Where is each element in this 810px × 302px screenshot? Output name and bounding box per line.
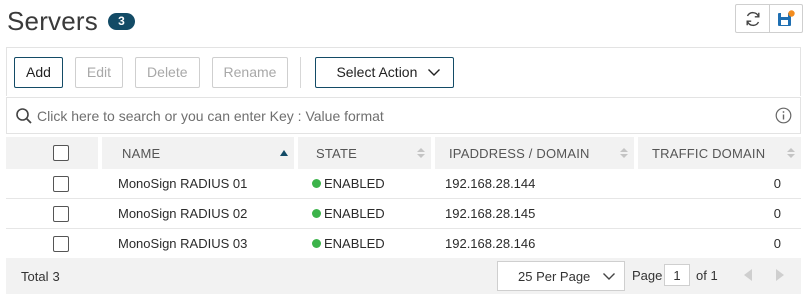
count-badge: 3	[107, 12, 135, 30]
total-count: 3	[52, 268, 60, 284]
refresh-icon	[746, 11, 760, 26]
cell-ip: 192.168.28.145	[445, 206, 536, 221]
page-title: Servers	[7, 5, 98, 36]
per-page-select[interactable]: 25 Per Page	[497, 261, 625, 291]
delete-button[interactable]: Delete	[135, 56, 200, 88]
page-header: Servers 3	[7, 4, 135, 38]
save-config-icon	[778, 9, 795, 26]
enabled-status-icon	[312, 179, 321, 188]
cell-ip: 192.168.28.144	[445, 176, 536, 191]
edit-button[interactable]: Edit	[74, 56, 124, 88]
row-select	[6, 169, 98, 198]
header-actions	[735, 4, 803, 33]
column-header-traffic-domain-label: TRAFFIC DOMAIN	[652, 145, 766, 161]
row-select	[6, 199, 98, 228]
toolbar: Add Edit Delete Rename Select Action	[6, 47, 801, 96]
toolbar-divider	[300, 56, 302, 88]
sort-icon	[787, 147, 795, 159]
page-number-input[interactable]: 1	[664, 264, 690, 286]
cell-name: MonoSign RADIUS 02	[118, 206, 248, 221]
chevron-down-icon	[428, 69, 441, 76]
row-checkbox[interactable]	[53, 235, 69, 252]
page-label: Page	[632, 268, 663, 283]
rename-button[interactable]: Rename	[211, 56, 289, 88]
cell-state-label: ENABLED	[324, 236, 385, 251]
column-header-ip[interactable]: IPADDRESS / DOMAIN	[431, 137, 634, 169]
sort-ascending-icon	[280, 150, 288, 156]
cell-state: ENABLED	[294, 229, 431, 258]
per-page-value: 25 Per Page	[518, 268, 591, 284]
row-select	[6, 229, 98, 258]
cell-state: ENABLED	[294, 199, 431, 228]
page-total-label: of 1	[696, 268, 718, 283]
table-row[interactable]: MonoSign RADIUS 03 ENABLED 192.168.28.14…	[6, 229, 801, 259]
search-input[interactable]	[37, 100, 770, 131]
cell-ip: 192.168.28.146	[445, 236, 536, 251]
cell-traffic-domain: 0	[773, 206, 781, 221]
sort-icon	[417, 147, 425, 159]
next-page-icon[interactable]	[775, 268, 785, 286]
select-action-label: Select Action	[336, 64, 418, 80]
enabled-status-icon	[312, 239, 321, 248]
save-config-button[interactable]	[769, 5, 802, 32]
enabled-status-icon	[312, 209, 321, 218]
table-row[interactable]: MonoSign RADIUS 02 ENABLED 192.168.28.14…	[6, 199, 801, 229]
search-icon	[11, 107, 37, 125]
cell-name: MonoSign RADIUS 03	[118, 236, 248, 251]
column-header-traffic-domain[interactable]: TRAFFIC DOMAIN	[634, 137, 801, 169]
search-bar	[6, 97, 801, 134]
column-header-state-label: STATE	[316, 145, 357, 161]
column-header-name-label: NAME	[122, 145, 161, 161]
table-header-row: NAME STATE IPADDRESS / DOMAIN TRAFFIC DO…	[6, 137, 801, 169]
cell-traffic-domain: 0	[773, 176, 781, 191]
cell-traffic-domain: 0	[773, 236, 781, 251]
info-icon[interactable]	[770, 107, 796, 124]
total-label: Total	[21, 268, 49, 284]
previous-page-icon[interactable]	[743, 268, 753, 286]
select-action-dropdown[interactable]: Select Action	[315, 56, 455, 88]
table-footer: Total 3 25 Per Page Page 1 of 1	[6, 258, 801, 294]
row-checkbox[interactable]	[53, 205, 69, 222]
table-row[interactable]: MonoSign RADIUS 01 ENABLED 192.168.28.14…	[6, 169, 801, 199]
add-button[interactable]: Add	[14, 56, 63, 88]
column-header-state[interactable]: STATE	[294, 137, 431, 169]
cell-state-label: ENABLED	[324, 206, 385, 221]
cell-state-label: ENABLED	[324, 176, 385, 191]
header-select-all	[6, 137, 98, 169]
column-header-ip-label: IPADDRESS / DOMAIN	[449, 145, 590, 161]
cell-state: ENABLED	[294, 169, 431, 198]
row-checkbox[interactable]	[53, 175, 69, 192]
servers-table: NAME STATE IPADDRESS / DOMAIN TRAFFIC DO…	[6, 137, 801, 259]
sort-icon	[620, 147, 628, 159]
select-all-checkbox[interactable]	[53, 145, 69, 161]
cell-name: MonoSign RADIUS 01	[118, 176, 248, 191]
chevron-down-icon	[603, 273, 615, 280]
column-header-name[interactable]: NAME	[98, 137, 294, 169]
refresh-button[interactable]	[736, 5, 769, 32]
